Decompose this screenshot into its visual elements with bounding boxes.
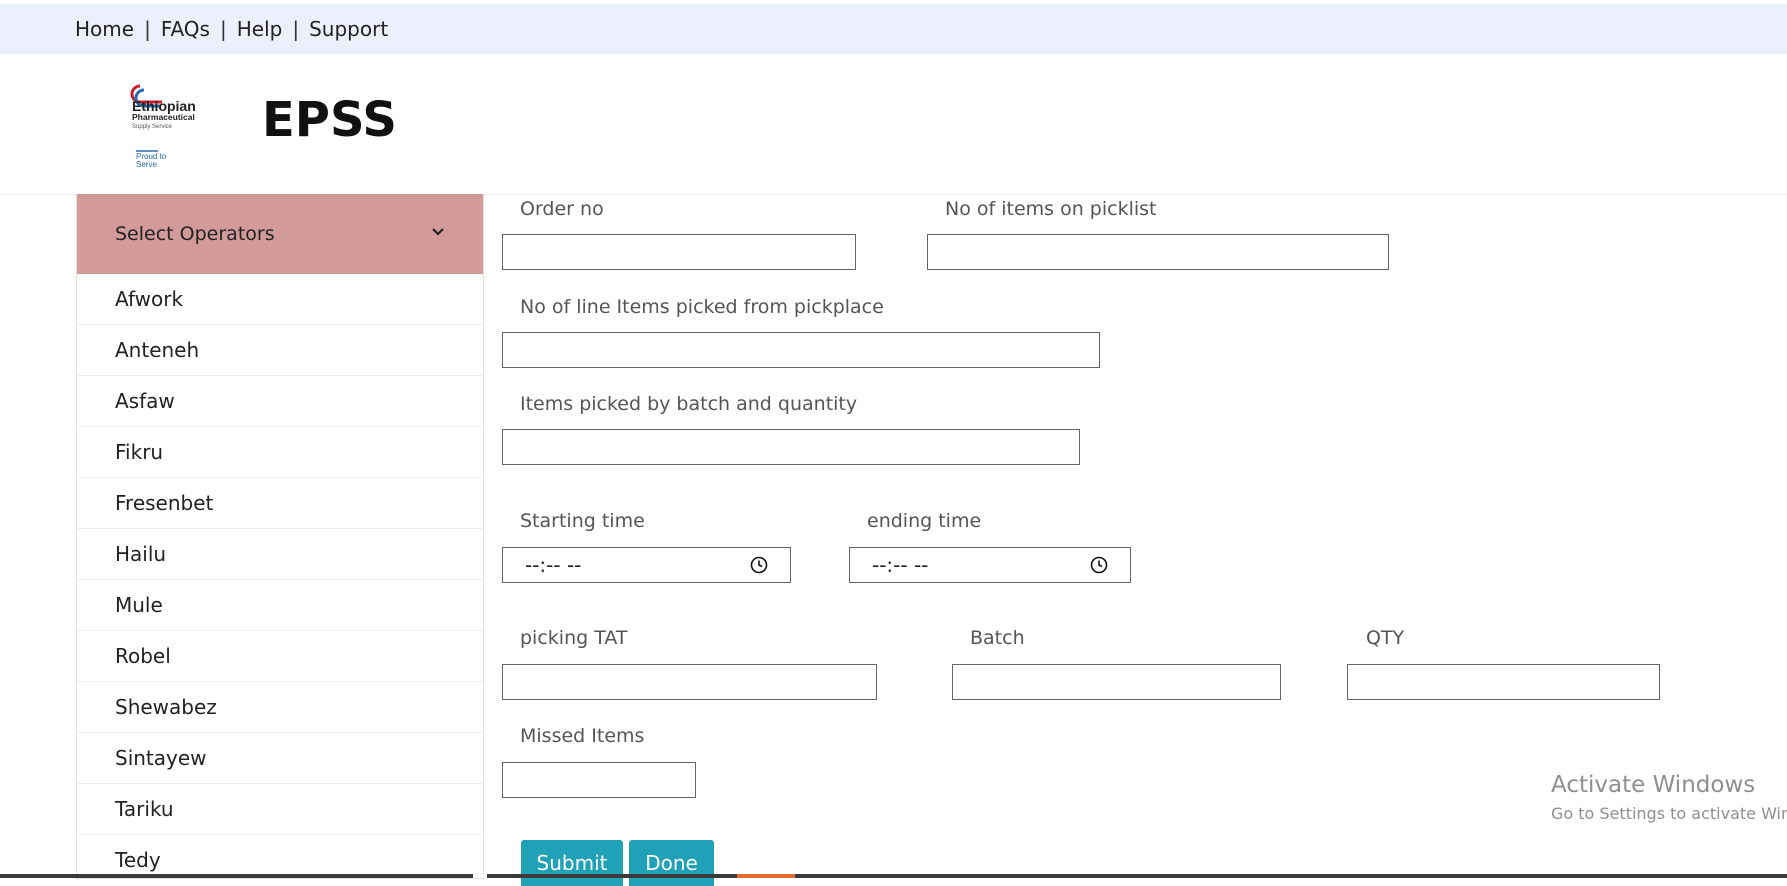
operator-item[interactable]: Anteneh (77, 325, 483, 376)
items-on-picklist-label: No of items on picklist (945, 198, 1157, 220)
items-by-batch-label: Items picked by batch and quantity (520, 393, 858, 415)
submit-button[interactable]: Submit (521, 840, 623, 886)
ending-time-input[interactable]: --:-- -- (849, 547, 1131, 583)
operator-item[interactable]: Shewabez (77, 682, 483, 733)
ending-time-label: ending time (867, 510, 982, 532)
svg-text:Pharmaceutical: Pharmaceutical (132, 112, 195, 122)
batch-label: Batch (970, 627, 1025, 649)
nav-link-faqs[interactable]: FAQs (161, 17, 210, 41)
nav-separator: | (144, 17, 151, 41)
sidebar-title: Select Operators (115, 223, 275, 245)
bottom-edge-highlight (737, 874, 795, 878)
missed-items-label: Missed Items (520, 725, 645, 747)
items-on-picklist-input[interactable] (927, 234, 1389, 270)
starting-time-input[interactable]: --:-- -- (502, 547, 791, 583)
site-header: Ethiopian Pharmaceutical Supply Service … (0, 54, 1787, 195)
top-nav-links: Home | FAQs | Help | Support (75, 17, 388, 41)
clock-icon[interactable] (750, 556, 768, 574)
done-button[interactable]: Done (629, 840, 714, 886)
qty-input[interactable] (1347, 664, 1660, 700)
chevron-down-icon (432, 228, 444, 236)
clock-icon[interactable] (1090, 556, 1108, 574)
svg-text:Supply Service: Supply Service (132, 124, 173, 130)
items-by-batch-input[interactable] (502, 429, 1080, 465)
operator-item[interactable]: Hailu (77, 529, 483, 580)
nav-link-help[interactable]: Help (237, 17, 283, 41)
operator-item[interactable]: Tariku (77, 784, 483, 835)
activate-windows-watermark: Activate Windows Go to Settings to activ… (1551, 772, 1787, 823)
line-items-picked-label: No of line Items picked from pickplace (520, 296, 884, 318)
operator-item[interactable]: Sintayew (77, 733, 483, 784)
order-no-label: Order no (520, 198, 604, 220)
brand-title: EPSS (262, 92, 397, 148)
operator-item[interactable]: Asfaw (77, 376, 483, 427)
operator-item[interactable]: Afwork (77, 274, 483, 325)
line-items-picked-input[interactable] (502, 332, 1100, 368)
missed-items-input[interactable] (502, 762, 696, 798)
nav-link-support[interactable]: Support (309, 17, 388, 41)
watermark-title: Activate Windows (1551, 772, 1756, 798)
epss-logo[interactable]: Ethiopian Pharmaceutical Supply Service … (118, 80, 230, 172)
nav-separator: | (219, 17, 227, 41)
picking-tat-input[interactable] (502, 664, 877, 700)
operator-item[interactable]: Tedy (77, 835, 483, 878)
qty-label: QTY (1366, 627, 1405, 649)
operator-item[interactable]: Fikru (77, 427, 483, 478)
nav-link-home[interactable]: Home (75, 17, 134, 41)
batch-input[interactable] (952, 664, 1281, 700)
bottom-scroll-edge (0, 874, 1787, 878)
nav-separator: | (292, 17, 300, 41)
operator-sidebar: Select Operators Afwork Anteneh Asfaw Fi… (76, 194, 484, 879)
svg-text:Serve: Serve (136, 160, 157, 169)
starting-time-placeholder: --:-- -- (525, 553, 582, 577)
watermark-subtitle: Go to Settings to activate Windows. (1551, 804, 1787, 823)
top-navigation: Home | FAQs | Help | Support (0, 4, 1787, 54)
order-no-input[interactable] (502, 234, 856, 270)
operator-item[interactable]: Robel (77, 631, 483, 682)
operator-item[interactable]: Fresenbet (77, 478, 483, 529)
operator-item[interactable]: Mule (77, 580, 483, 631)
picking-tat-label: picking TAT (520, 627, 628, 649)
ending-time-placeholder: --:-- -- (872, 553, 929, 577)
bottom-edge-gap (473, 874, 487, 878)
select-operators-dropdown[interactable]: Select Operators (77, 194, 483, 274)
starting-time-label: Starting time (520, 510, 645, 532)
